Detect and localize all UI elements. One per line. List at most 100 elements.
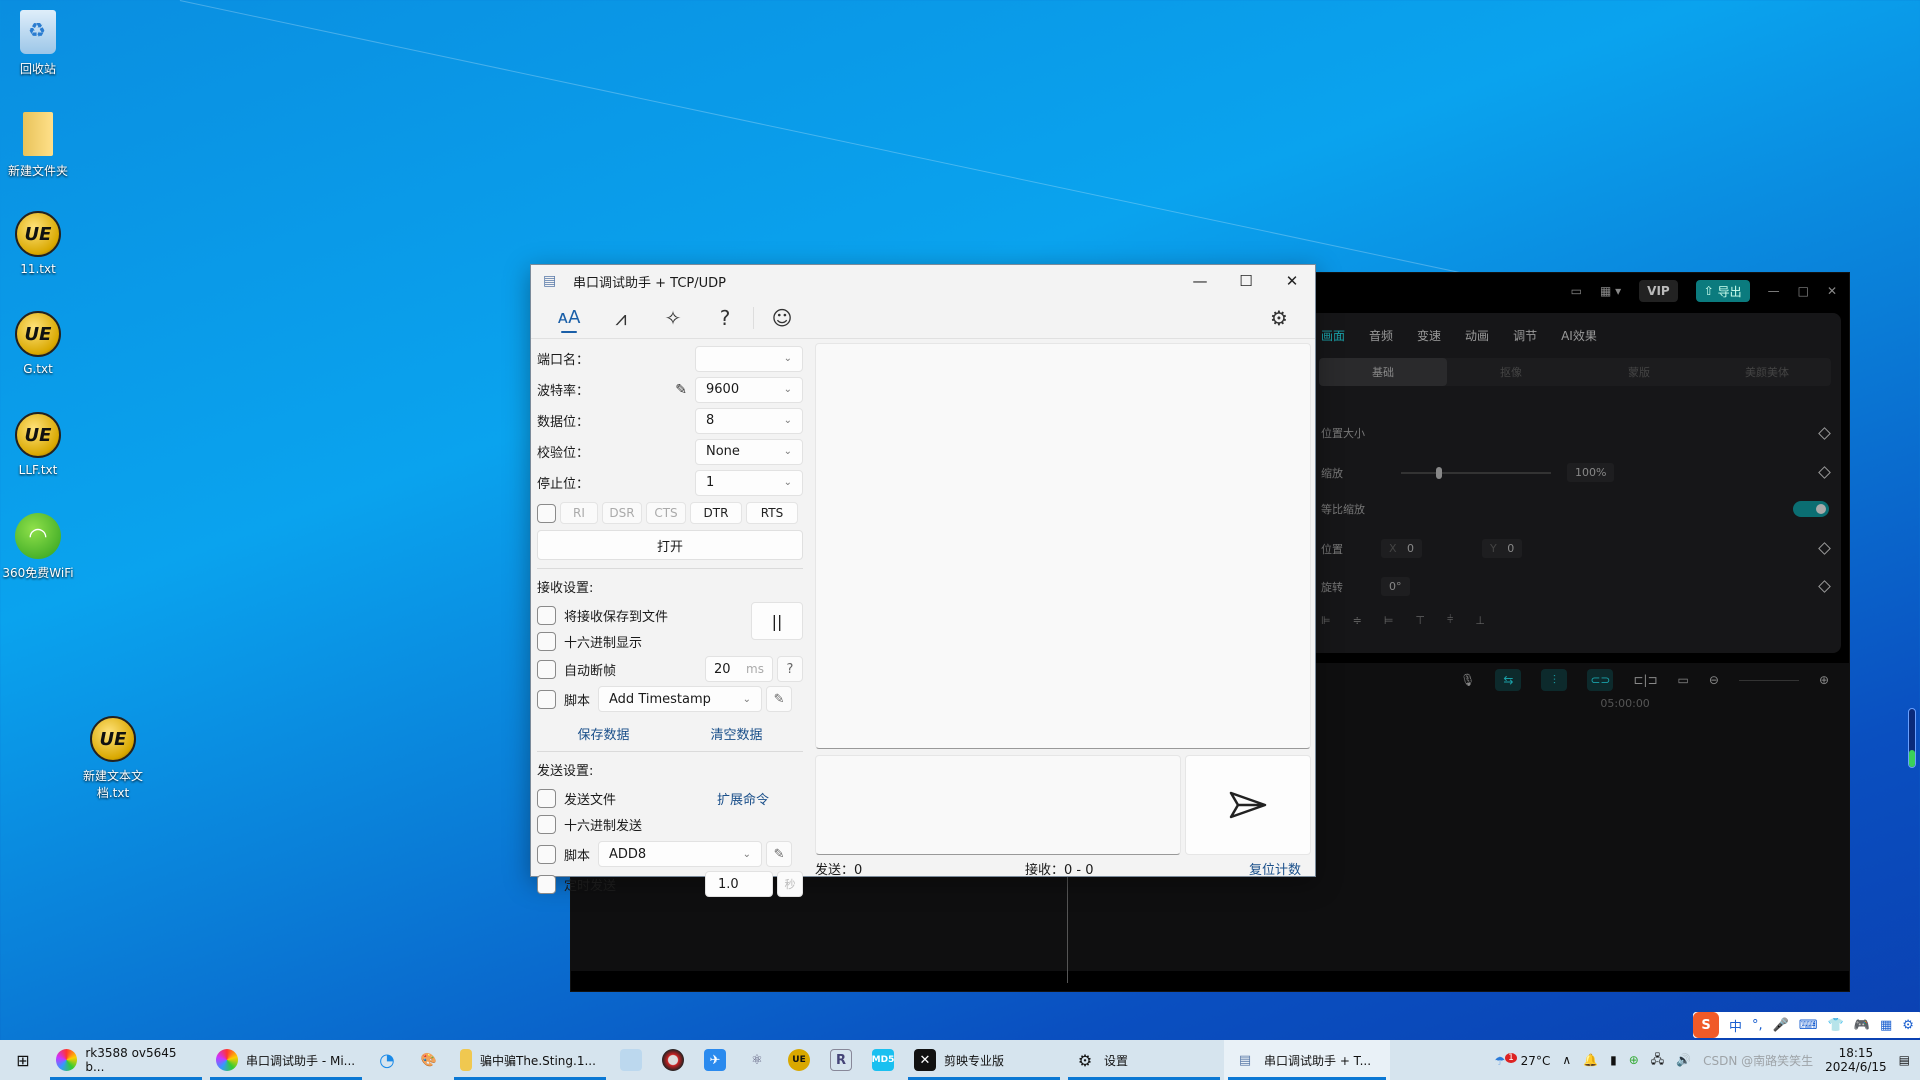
align-bottom-icon[interactable]: ⊥ [1475,614,1485,627]
align-right-icon[interactable]: ⊨ [1384,614,1394,627]
save-to-file-checkbox[interactable] [537,605,556,625]
scale-value[interactable]: 100% [1567,463,1615,482]
signal-checkbox[interactable] [537,503,556,523]
smiley-icon[interactable]: ☺ [756,300,808,336]
rotate-field[interactable]: 0° [1381,577,1410,596]
taskbar-item-ultraedit[interactable]: UE [778,1040,820,1080]
split-icon[interactable]: ⊏|⊐ [1633,673,1657,687]
receive-area[interactable] [815,343,1311,749]
frame-ms-input[interactable]: 20 ms [705,656,773,682]
export-button[interactable]: ⇧ 导出 [1695,280,1750,302]
keyframe-icon[interactable] [1818,426,1831,440]
desktop-icon-360-wifi[interactable]: ◠ 360免费WiFi [0,512,78,581]
ime-mode[interactable]: 中 [1729,1016,1742,1035]
align-center-icon[interactable]: ≑ [1353,614,1362,627]
tab-adjust[interactable]: 调节 [1513,327,1537,344]
hex-send-checkbox[interactable] [537,814,556,834]
extended-commands-link[interactable]: 扩展命令 [717,789,769,808]
send-input[interactable] [815,755,1181,855]
tab-speed[interactable]: 变速 [1417,327,1441,344]
taskbar-item-serial-assistant[interactable]: ▤ 串口调试助手 + T... [1224,1040,1390,1080]
network-icon[interactable]: 🖧 [1651,1050,1664,1071]
speaker-icon[interactable]: 🔊 [1676,1053,1691,1067]
tray-360-icon[interactable]: ⊕ [1629,1053,1639,1067]
gear-icon[interactable]: ⚙ [1253,300,1305,336]
parity-select[interactable]: None ⌄ [695,438,803,465]
zoom-in-icon[interactable]: ⊕ [1819,673,1829,687]
weather-widget[interactable]: ☂ 1 27°C [1494,1052,1550,1068]
rts-button[interactable]: RTS [746,502,798,524]
zoom-slider[interactable] [1738,679,1799,681]
taskbar-item-browser-1[interactable]: rk3588 ov5645 b... [46,1040,206,1080]
timed-send-checkbox[interactable] [537,874,556,894]
edit-script-icon[interactable]: ✎ [766,686,793,712]
scale-slider[interactable] [1401,466,1551,479]
taskbar-item-app[interactable]: ◔ [366,1040,408,1080]
title-bar[interactable]: ▤ 串口调试助手 + TCP/UDP — ☐ ✕ [531,265,1315,297]
keyframe-icon[interactable] [1818,580,1831,593]
subtab-basic[interactable]: 基础 [1319,358,1447,386]
interval-input[interactable]: 1.0 [705,871,773,897]
notification-icon[interactable]: ▤ [1899,1053,1910,1067]
taskbar-item-paint[interactable]: 🎨 [408,1040,450,1080]
desktop-icon-11-txt[interactable]: UE 11.txt [0,210,78,276]
position-x-field[interactable]: X 0 [1381,539,1423,558]
send-button[interactable] [1185,755,1311,855]
dtr-button[interactable]: DTR [690,502,742,524]
ime-punct[interactable]: °, [1752,1018,1763,1033]
microphone-icon[interactable]: 🎤 [1773,1018,1789,1033]
taskbar-item-atom[interactable]: ⚛ [736,1040,778,1080]
settings-icon[interactable]: ⚙ [1902,1018,1914,1033]
section-position-size[interactable]: 位置大小 [1321,425,1365,441]
send-file-checkbox[interactable] [537,788,556,808]
font-icon[interactable]: ᴀA [543,300,595,336]
align-left-icon[interactable]: ⊫ [1321,614,1331,627]
frame-help-button[interactable]: ? [777,656,803,682]
subtab-beauty[interactable]: 美颜美体 [1703,358,1831,386]
align-middle-icon[interactable]: ⫩ [1447,613,1453,627]
desktop-icon-g-txt[interactable]: UE G.txt [0,310,78,376]
desktop-icon-new-folder[interactable]: 新建文件夹 [0,110,78,179]
chart-icon[interactable]: ⩘ [595,300,647,336]
keyframe-icon[interactable] [1818,466,1831,479]
desktop-icon-llf-txt[interactable]: UE LLF.txt [0,411,78,477]
help-icon[interactable]: ? [699,300,751,336]
subtab-mask[interactable]: 蒙版 [1575,358,1703,386]
desktop-icon-recycle-bin[interactable]: 回收站 [0,8,78,77]
start-button[interactable]: ⊞ [0,1040,46,1080]
close-button[interactable]: ✕ [1269,265,1315,297]
chevron-up-icon[interactable]: ∧ [1562,1053,1571,1067]
layout-icon[interactable]: ▦ ▾ [1600,284,1621,298]
preview-icon[interactable]: ▭ [1678,673,1689,687]
magic-icon[interactable]: ✧ [647,300,699,336]
send-script-select[interactable]: ADD8 ⌄ [598,841,763,867]
sogou-icon[interactable]: S [1693,1012,1719,1038]
stopbits-select[interactable]: 1 ⌄ [695,469,803,496]
keyframe-icon[interactable] [1818,542,1831,555]
port-select[interactable]: ⌄ [695,345,803,372]
open-port-button[interactable]: 打开 [537,530,803,560]
tab-animation[interactable]: 动画 [1465,327,1489,344]
save-data-link[interactable]: 保存数据 [577,724,629,743]
keyboard-icon[interactable]: ⌨ [1799,1018,1818,1033]
taskbar-item-settings[interactable]: ⚙ 设置 [1064,1040,1224,1080]
databits-select[interactable]: 8 ⌄ [695,407,803,434]
minimize-button[interactable]: — [1177,265,1223,297]
reset-count-link[interactable]: 复位计数 [1249,859,1301,878]
chain-icon[interactable]: ⊂⊃ [1587,669,1614,691]
edit-pen-icon[interactable]: ✎ [675,382,687,398]
tray-app-icon[interactable]: ▮ [1610,1053,1617,1067]
recv-script-select[interactable]: Add Timestamp ⌄ [598,686,763,712]
send-script-checkbox[interactable] [537,844,556,864]
link-icon[interactable]: ⇆ [1495,669,1522,691]
taskbar-item-capcut[interactable]: ✕ 剪映专业版 [904,1040,1064,1080]
tab-audio[interactable]: 音频 [1369,327,1393,344]
taskbar-item-notepad[interactable] [610,1040,652,1080]
snap-icon[interactable]: ⫶ [1541,669,1568,691]
auto-frame-checkbox[interactable] [537,659,556,679]
taskbar-item-folder[interactable]: 骗中骗The.Sting.1... [450,1040,610,1080]
maximize-icon[interactable]: □ [1798,284,1809,298]
hex-display-checkbox[interactable] [537,631,556,651]
taskbar-item-bird[interactable]: ✈ [694,1040,736,1080]
skin-icon[interactable]: 👕 [1828,1018,1844,1033]
